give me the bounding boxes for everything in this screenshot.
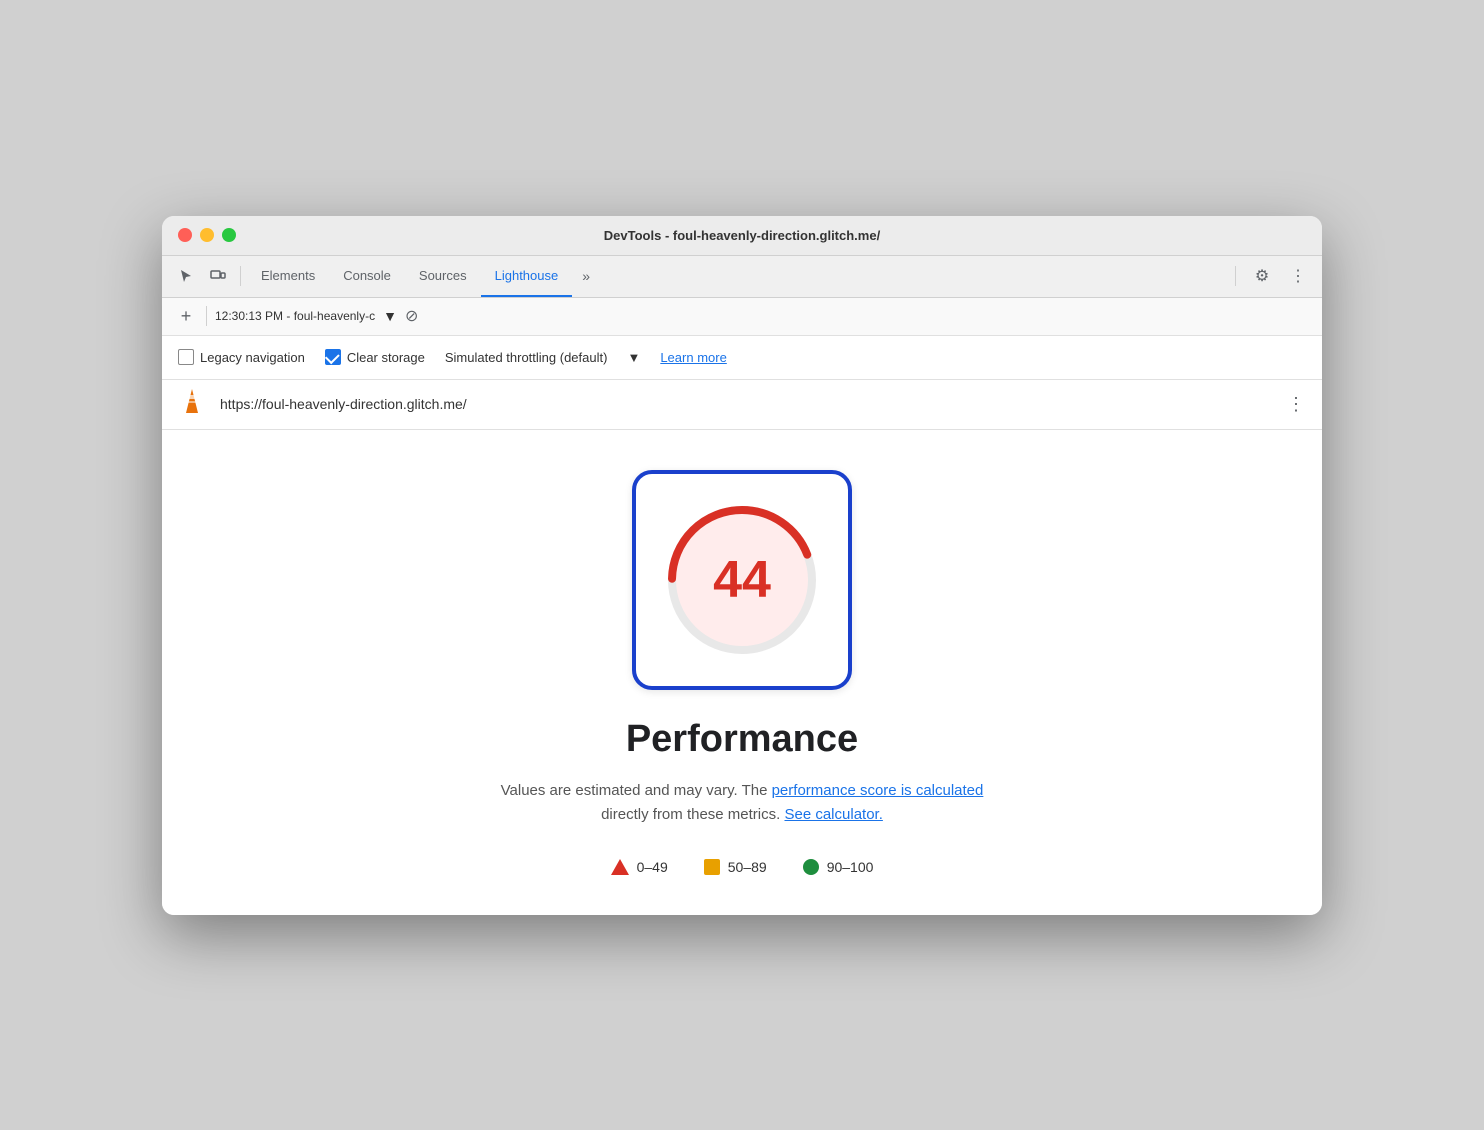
legend-range-red: 0–49 (637, 859, 668, 875)
red-triangle-icon (611, 859, 629, 875)
score-legend: 0–49 50–89 90–100 (611, 859, 874, 875)
settings-icon[interactable]: ⚙ (1246, 260, 1278, 292)
tabs-right-icons: ⚙ ⋮ (1229, 260, 1314, 292)
clear-storage-label: Clear storage (347, 350, 425, 365)
description-text-start: Values are estimated and may vary. The (501, 782, 772, 799)
tab-separator-2 (1235, 266, 1236, 286)
legend-item-orange: 50–89 (704, 859, 767, 875)
cursor-icon[interactable] (170, 260, 202, 292)
legend-item-green: 90–100 (803, 859, 874, 875)
devtools-window: DevTools - foul-heavenly-direction.glitc… (162, 216, 1322, 915)
legacy-nav-checkbox-box[interactable] (178, 349, 194, 365)
score-value: 44 (713, 550, 771, 610)
tab-sources[interactable]: Sources (405, 255, 481, 297)
devtools-tabs-bar: Elements Console Sources Lighthouse » ⚙ … (162, 256, 1322, 298)
clear-storage-checkbox-box[interactable] (325, 349, 341, 365)
tab-console[interactable]: Console (329, 255, 405, 297)
tabs-overflow-button[interactable]: » (572, 268, 600, 284)
score-gauge: 44 (632, 470, 852, 690)
close-button[interactable] (178, 228, 192, 242)
tab-lighthouse[interactable]: Lighthouse (481, 255, 573, 297)
legend-item-red: 0–49 (611, 859, 668, 875)
tab-elements[interactable]: Elements (247, 255, 329, 297)
performance-score-link[interactable]: performance score is calculated (772, 782, 984, 799)
add-audit-button[interactable]: + (174, 306, 198, 327)
options-row: Legacy navigation Clear storage Simulate… (162, 336, 1322, 380)
url-more-button[interactable]: ⋮ (1287, 394, 1306, 415)
minimize-button[interactable] (200, 228, 214, 242)
legacy-nav-label: Legacy navigation (200, 350, 305, 365)
block-requests-icon[interactable]: ⊘ (405, 306, 418, 326)
lighthouse-logo-icon (178, 387, 206, 422)
audit-url: https://foul-heavenly-direction.glitch.m… (220, 396, 1273, 412)
toolbar-separator (206, 306, 207, 326)
performance-description: Values are estimated and may vary. The p… (501, 779, 984, 827)
audit-dropdown-button[interactable]: ▼ (383, 308, 397, 324)
url-row: https://foul-heavenly-direction.glitch.m… (162, 380, 1322, 430)
green-circle-icon (803, 859, 819, 875)
description-text-mid: directly from these metrics. (601, 806, 784, 823)
throttling-dropdown-button[interactable]: ▼ (627, 350, 640, 365)
see-calculator-link[interactable]: See calculator. (784, 806, 882, 823)
throttling-label: Simulated throttling (default) (445, 350, 608, 365)
maximize-button[interactable] (222, 228, 236, 242)
learn-more-link[interactable]: Learn more (660, 350, 726, 365)
score-gauge-container: 44 (632, 470, 852, 690)
performance-title: Performance (626, 718, 858, 761)
more-vert-icon[interactable]: ⋮ (1282, 260, 1314, 292)
audit-timestamp: 12:30:13 PM - foul-heavenly-c (215, 309, 375, 323)
legend-range-orange: 50–89 (728, 859, 767, 875)
legacy-navigation-checkbox[interactable]: Legacy navigation (178, 349, 305, 365)
toolbar-row: + 12:30:13 PM - foul-heavenly-c ▼ ⊘ (162, 298, 1322, 336)
main-content: 44 Performance Values are estimated and … (162, 430, 1322, 915)
device-toggle-icon[interactable] (202, 260, 234, 292)
tab-separator-1 (240, 266, 241, 286)
orange-square-icon (704, 859, 720, 875)
traffic-lights (178, 228, 236, 242)
window-title: DevTools - foul-heavenly-direction.glitc… (604, 228, 880, 243)
score-circle: 44 (662, 500, 822, 660)
legend-range-green: 90–100 (827, 859, 874, 875)
clear-storage-checkbox[interactable]: Clear storage (325, 349, 425, 365)
title-bar: DevTools - foul-heavenly-direction.glitc… (162, 216, 1322, 256)
